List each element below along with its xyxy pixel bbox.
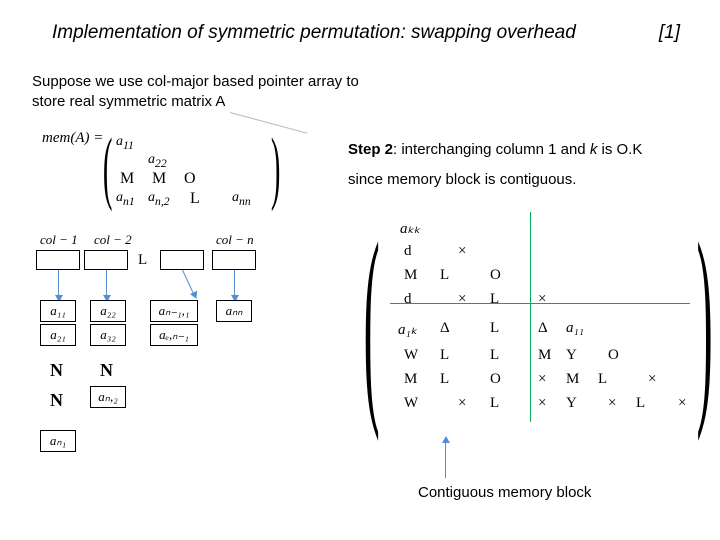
mx-M1: M bbox=[404, 267, 417, 284]
mx-x7: × bbox=[538, 395, 546, 412]
step2-line2: since memory block is contiguous. bbox=[348, 171, 576, 188]
a22: a22 bbox=[148, 152, 167, 170]
mx-Y1: Y bbox=[566, 347, 577, 364]
contig-arrow bbox=[445, 440, 446, 478]
contiguous-label: Contiguous memory block bbox=[418, 484, 591, 501]
cell-a32: a₃₂ bbox=[90, 324, 126, 346]
mx-del1: Δ bbox=[440, 320, 450, 337]
ptr-box-n1 bbox=[160, 250, 204, 270]
green-v bbox=[530, 212, 531, 422]
cell-an2: aₙ,₂ bbox=[90, 386, 126, 408]
mx-x9: × bbox=[678, 395, 686, 412]
cell-a21: a₂₁ bbox=[40, 324, 76, 346]
col1-label: col − 1 bbox=[40, 232, 78, 248]
mx-L2: L bbox=[490, 291, 499, 308]
coln-label: col − n bbox=[216, 232, 254, 248]
slide-title: Implementation of symmetric permutation:… bbox=[52, 22, 576, 44]
mx-L5: L bbox=[490, 347, 499, 364]
mx-M2: M bbox=[538, 347, 551, 364]
M1: M bbox=[120, 170, 134, 188]
mx-L6: L bbox=[440, 371, 449, 388]
a11: a11 bbox=[116, 134, 134, 152]
mx-L9: L bbox=[636, 395, 645, 412]
mx-O2: O bbox=[608, 347, 619, 364]
n2: N bbox=[100, 360, 113, 381]
mx-x3: × bbox=[538, 291, 546, 308]
mx-x8: × bbox=[608, 395, 616, 412]
ptr-box-n bbox=[212, 250, 256, 270]
mx-del2: Δ bbox=[538, 320, 548, 337]
cell-ann: aₙₙ bbox=[216, 300, 252, 322]
mx-d2: d bbox=[404, 291, 412, 308]
mx-akk: aₖₖ bbox=[400, 219, 420, 238]
col2-label: col − 2 bbox=[94, 232, 132, 248]
arrow-4 bbox=[234, 270, 235, 298]
ann: ann bbox=[232, 190, 251, 208]
mx-x2: × bbox=[458, 291, 466, 308]
cell-a22: a₂₂ bbox=[90, 300, 126, 322]
mx-L3: L bbox=[490, 320, 499, 337]
mx-W1: W bbox=[404, 347, 418, 364]
matrix-lparen: ( bbox=[364, 210, 380, 430]
ptr-L: L bbox=[138, 252, 147, 269]
mx-x5: × bbox=[648, 371, 656, 388]
cell-a11: a₁₁ bbox=[40, 300, 76, 322]
mx-O3: O bbox=[490, 371, 501, 388]
mx-L8: L bbox=[490, 395, 499, 412]
mx-a11: a₁₁ bbox=[566, 320, 584, 337]
left-paren: ( bbox=[103, 126, 113, 208]
an1: an1 bbox=[116, 190, 135, 208]
arrow-2 bbox=[106, 270, 107, 298]
L-bottom: L bbox=[190, 190, 200, 208]
mx-M4: M bbox=[566, 371, 579, 388]
mx-x4: × bbox=[538, 371, 546, 388]
intro-text: Suppose we use col-major based pointer a… bbox=[32, 72, 392, 111]
n3: N bbox=[50, 390, 63, 411]
step2-line1: Step 2: interchanging column 1 and k is … bbox=[348, 141, 642, 158]
mx-L7: L bbox=[598, 371, 607, 388]
O1: O bbox=[184, 170, 196, 188]
mem-label: mem(A) = bbox=[42, 130, 103, 147]
callout-line bbox=[230, 112, 308, 134]
n1: N bbox=[50, 360, 63, 381]
cell-aen: aₑ,ₙ₋₁ bbox=[150, 324, 198, 346]
slide-number: [1] bbox=[659, 22, 680, 44]
arrow-1 bbox=[58, 270, 59, 298]
cell-an11: aₙ₋₁,₁ bbox=[150, 300, 198, 322]
cell-an1b: aₙ₁ bbox=[40, 430, 76, 452]
M2: M bbox=[152, 170, 166, 188]
mx-M3: M bbox=[404, 371, 417, 388]
ptr-box-2 bbox=[84, 250, 128, 270]
arrow-3 bbox=[182, 270, 195, 296]
mx-L4: L bbox=[440, 347, 449, 364]
mx-O1: O bbox=[490, 267, 501, 284]
mx-W2: W bbox=[404, 395, 418, 412]
mx-x6: × bbox=[458, 395, 466, 412]
mx-d1: d bbox=[404, 243, 412, 260]
mx-x1: × bbox=[458, 243, 466, 260]
matrix-rparen: ) bbox=[697, 210, 713, 430]
right-paren: ) bbox=[271, 126, 281, 208]
mx-Y2: Y bbox=[566, 395, 577, 412]
mx-L1: L bbox=[440, 267, 449, 284]
ptr-box-1 bbox=[36, 250, 80, 270]
mx-a1k: a₁ₖ bbox=[398, 320, 417, 339]
an2: an,2 bbox=[148, 190, 170, 208]
